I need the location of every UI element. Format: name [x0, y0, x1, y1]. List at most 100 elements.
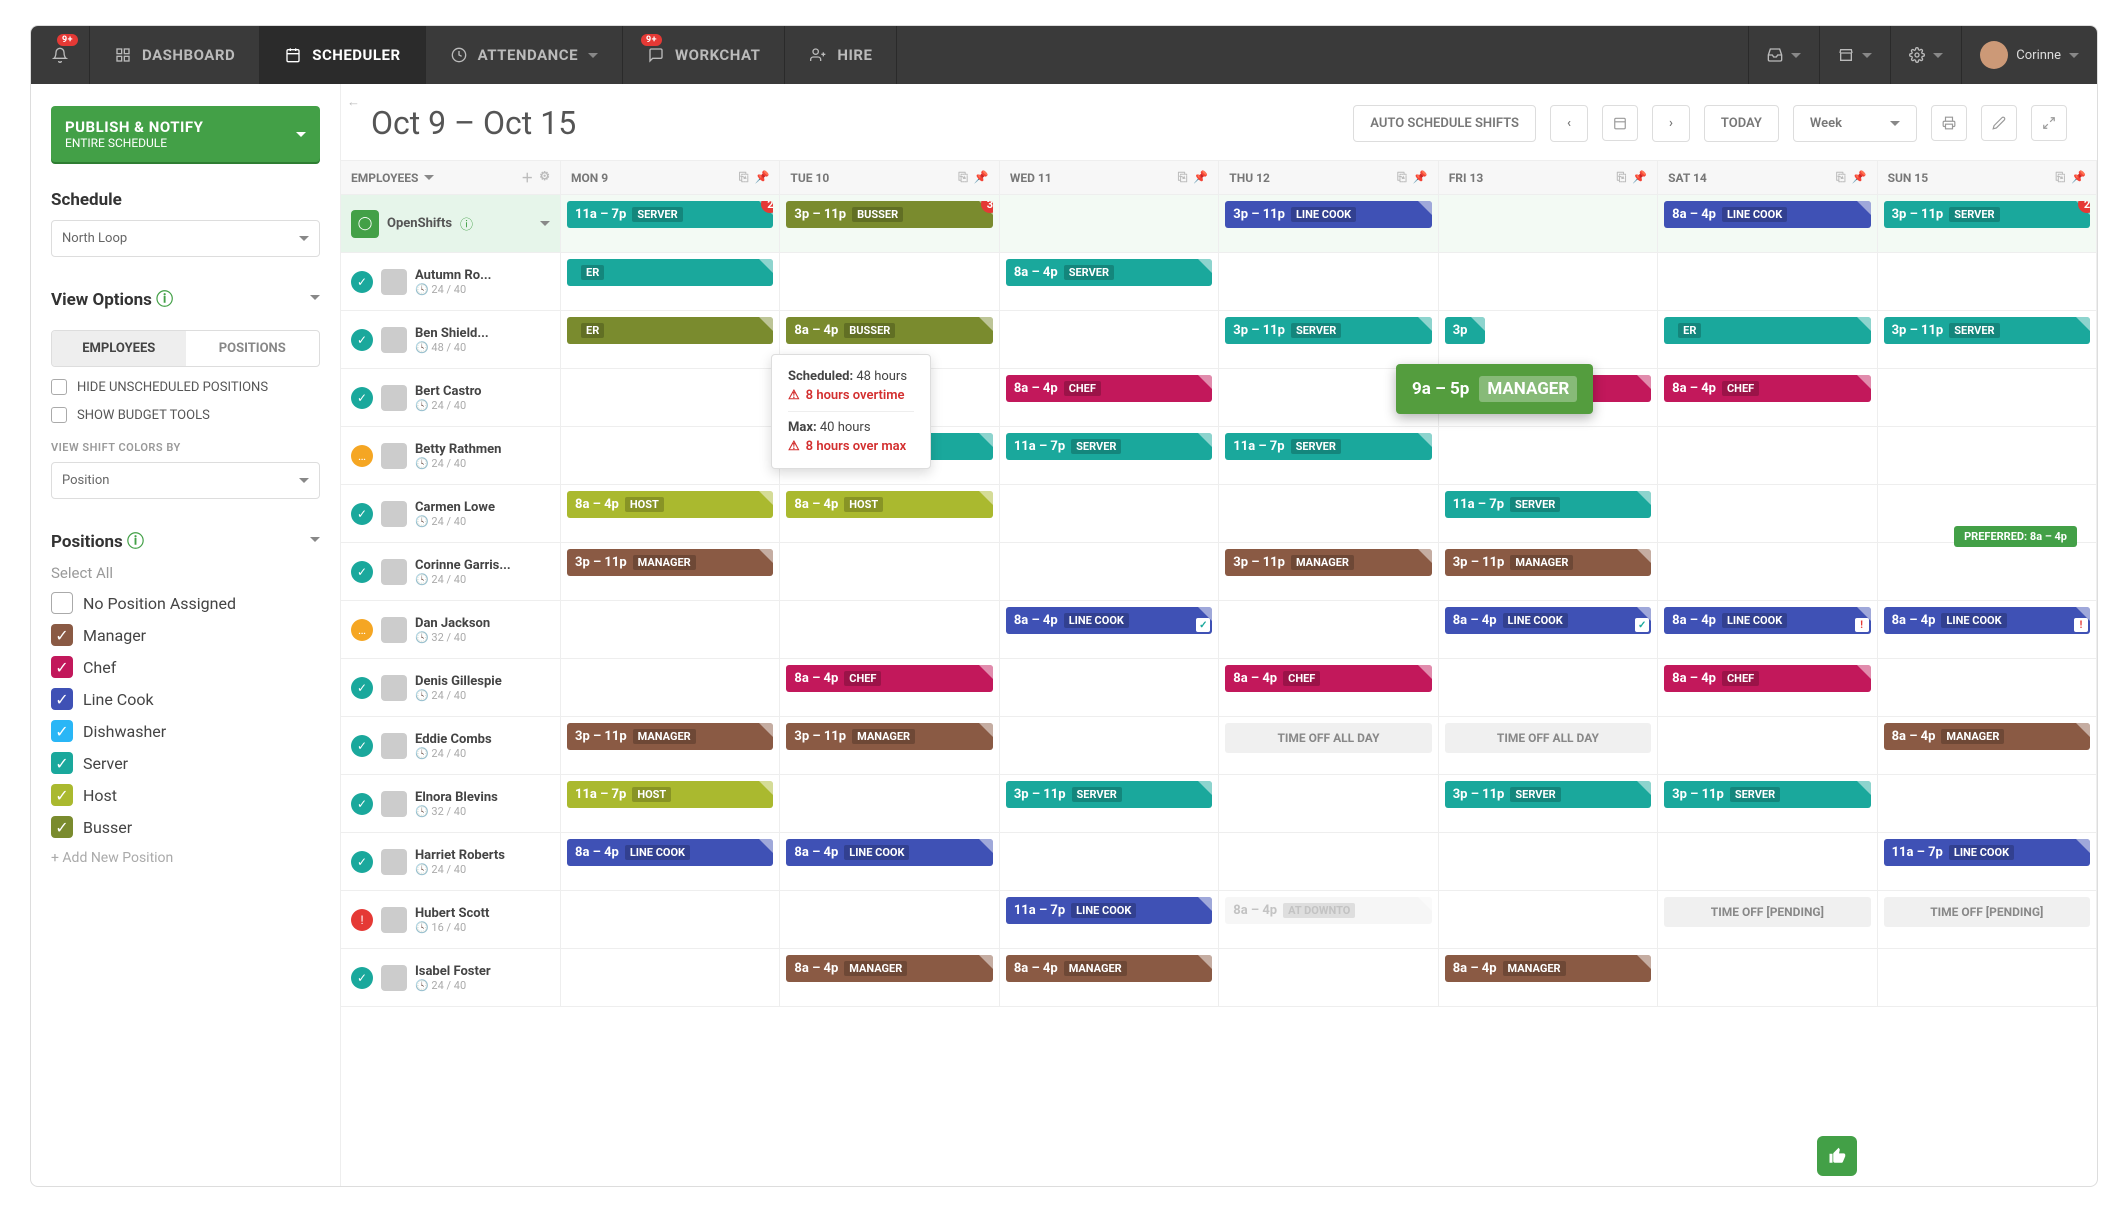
publish-button[interactable]: PUBLISH & NOTIFY ENTIRE SCHEDULE [51, 106, 320, 162]
shift-cell[interactable] [1658, 485, 1877, 543]
select-all-link[interactable]: Select All [51, 564, 320, 582]
shift-block[interactable]: 8a – 4pMANAGER [1884, 723, 2090, 750]
shift-cell[interactable] [1878, 253, 2097, 311]
day-header[interactable]: WED 11⎘📌 [1000, 161, 1219, 195]
shift-cell[interactable]: 3p – 11pSERVER [1219, 311, 1438, 369]
employee-row-header[interactable]: ✓Eddie Combs🕓 24 / 40 [341, 717, 561, 775]
shift-block[interactable]: 11a – 7pSERVER [1445, 491, 1651, 518]
openshift-cell[interactable]: 3p – 11pBUSSER3 [780, 195, 999, 253]
shift-cell[interactable] [1658, 833, 1877, 891]
employee-row-header[interactable]: ✓Harriet Roberts🕓 24 / 40 [341, 833, 561, 891]
add-position-link[interactable]: + Add New Position [51, 850, 320, 866]
shift-cell[interactable]: 3p – 11pSERVER [1000, 775, 1219, 833]
shift-block[interactable]: 3p [1445, 317, 1485, 344]
shift-cell[interactable] [1439, 659, 1658, 717]
employee-row-header[interactable]: ✓Denis Gillespie🕓 24 / 40 [341, 659, 561, 717]
employee-row-header[interactable]: ✓Carmen Lowe🕓 24 / 40 [341, 485, 561, 543]
view-options-label[interactable]: View Options ⓘ [51, 285, 320, 310]
shift-cell[interactable] [1878, 427, 2097, 485]
shift-cell[interactable]: 11a – 7pLINE COOK [1000, 891, 1219, 949]
position-filter-row[interactable]: ✓Line Cook [51, 688, 320, 710]
shift-cell[interactable]: 8a – 4pHOST [780, 485, 999, 543]
shift-cell[interactable]: 8a – 4pCHEF [1219, 659, 1438, 717]
shift-block[interactable]: 8a – 4pLINE COOK✓ [1006, 607, 1212, 634]
shift-cell[interactable] [780, 891, 999, 949]
shift-cell[interactable]: 3p – 11pMANAGER [780, 717, 999, 775]
shift-block[interactable]: 8a – 4pCHEF [1664, 375, 1870, 402]
shift-cell[interactable] [1219, 775, 1438, 833]
shift-block[interactable]: 8a – 4pBUSSER [786, 317, 992, 344]
shift-block[interactable]: 11a – 7pSERVER2 [567, 201, 773, 228]
shift-cell[interactable] [1439, 833, 1658, 891]
copy-day-icon[interactable]: ⎘ [1617, 170, 1627, 185]
shift-cell[interactable] [780, 253, 999, 311]
shift-cell[interactable]: 8a – 4pSERVER [1000, 253, 1219, 311]
shift-cell[interactable]: TIME OFF [PENDING] [1878, 891, 2097, 949]
shift-cell[interactable]: 3p – 11pSERVER [1878, 311, 2097, 369]
shift-cell[interactable]: TIME OFF [PENDING] [1658, 891, 1877, 949]
shift-cell[interactable]: 3p [1439, 311, 1658, 369]
shift-cell[interactable] [561, 427, 780, 485]
day-header[interactable]: SUN 15⎘📌 [1878, 161, 2097, 195]
position-filter-row[interactable]: ✓Server [51, 752, 320, 774]
shift-cell[interactable] [561, 659, 780, 717]
shift-block[interactable]: 11a – 7pHOST [567, 781, 773, 808]
shift-cell[interactable]: 8a – 4pMANAGER [1439, 949, 1658, 1007]
pin-icon[interactable]: 📌 [1193, 170, 1208, 185]
shift-cell[interactable]: ER [1658, 311, 1877, 369]
shift-cell[interactable]: 8a – 4pAT DOWNTO [1219, 891, 1438, 949]
feedback-button[interactable] [1817, 1136, 1857, 1176]
shift-block[interactable]: ER [1664, 317, 1870, 344]
shift-block[interactable]: 3p – 11pSERVER [1225, 317, 1431, 344]
help-icon[interactable]: ⓘ [127, 532, 144, 552]
shift-cell[interactable]: 8a – 4pCHEF [1000, 369, 1219, 427]
shift-block[interactable]: 11a – 7pLINE COOK [1884, 839, 2090, 866]
shift-block[interactable]: 8a – 4pSERVER [1006, 259, 1212, 286]
shift-cell[interactable] [1439, 427, 1658, 485]
copy-day-icon[interactable]: ⎘ [2055, 170, 2065, 185]
nav-hire[interactable]: HIRE [785, 26, 897, 84]
openshift-cell[interactable]: 8a – 4pLINE COOK [1658, 195, 1877, 253]
tool-inbox[interactable] [1748, 26, 1819, 84]
shift-block[interactable]: 8a – 4pHOST [567, 491, 773, 518]
shift-cell[interactable]: 3p – 11pSERVER [1658, 775, 1877, 833]
pin-icon[interactable]: 📌 [754, 170, 769, 185]
shift-cell[interactable] [1878, 543, 2097, 601]
position-filter-row[interactable]: ✓Busser [51, 816, 320, 838]
tool-store[interactable] [1819, 26, 1890, 84]
print-button[interactable] [1931, 105, 1967, 141]
shift-block[interactable]: 11a – 7pSERVER [1225, 433, 1431, 460]
user-menu[interactable]: Corinne [1961, 26, 2097, 84]
shift-block[interactable]: 8a – 4pAT DOWNTO [1225, 897, 1431, 924]
shift-cell[interactable]: 8a – 4pLINE COOK [561, 833, 780, 891]
shift-cell[interactable] [1658, 717, 1877, 775]
shift-cell[interactable] [561, 369, 780, 427]
toggle-employees[interactable]: EMPLOYEES [52, 331, 186, 366]
position-filter-row[interactable]: ✓Manager [51, 624, 320, 646]
shift-cell[interactable]: 8a – 4pLINE COOK✓ [1000, 601, 1219, 659]
shift-cell[interactable] [1658, 949, 1877, 1007]
help-icon[interactable]: ⓘ [460, 214, 473, 233]
pin-icon[interactable]: 📌 [2071, 170, 2086, 185]
shift-block[interactable]: 8a – 4pMANAGER [786, 955, 992, 982]
shift-cell[interactable]: 11a – 7pSERVER [1219, 427, 1438, 485]
openshift-cell[interactable]: 3p – 11pLINE COOK [1219, 195, 1438, 253]
shift-block[interactable]: 8a – 4pLINE COOK✓ [1445, 607, 1651, 634]
help-icon[interactable]: ⓘ [156, 290, 173, 310]
shift-cell[interactable]: 8a – 4pCHEF [1658, 369, 1877, 427]
shift-block[interactable]: 8a – 4pCHEF [1006, 375, 1212, 402]
shift-cell[interactable]: ER [561, 253, 780, 311]
day-header[interactable]: SAT 14⎘📌 [1658, 161, 1877, 195]
openshift-cell[interactable]: 3p – 11pSERVER2 [1878, 195, 2097, 253]
copy-day-icon[interactable]: ⎘ [1397, 170, 1407, 185]
shift-cell[interactable] [1000, 717, 1219, 775]
openshift-cell[interactable] [1439, 195, 1658, 253]
shift-cell[interactable]: 11a – 7pHOST [561, 775, 780, 833]
position-filter-row[interactable]: ✓Chef [51, 656, 320, 678]
shift-block[interactable]: 8a – 4pCHEF [1225, 665, 1431, 692]
shift-block[interactable]: 3p – 11pMANAGER [567, 723, 773, 750]
shift-cell[interactable]: 8a – 4pLINE COOK [780, 833, 999, 891]
nav-scheduler[interactable]: SCHEDULER [260, 26, 425, 84]
shift-cell[interactable] [1878, 949, 2097, 1007]
shift-block[interactable]: 8a – 4pCHEF [786, 665, 992, 692]
